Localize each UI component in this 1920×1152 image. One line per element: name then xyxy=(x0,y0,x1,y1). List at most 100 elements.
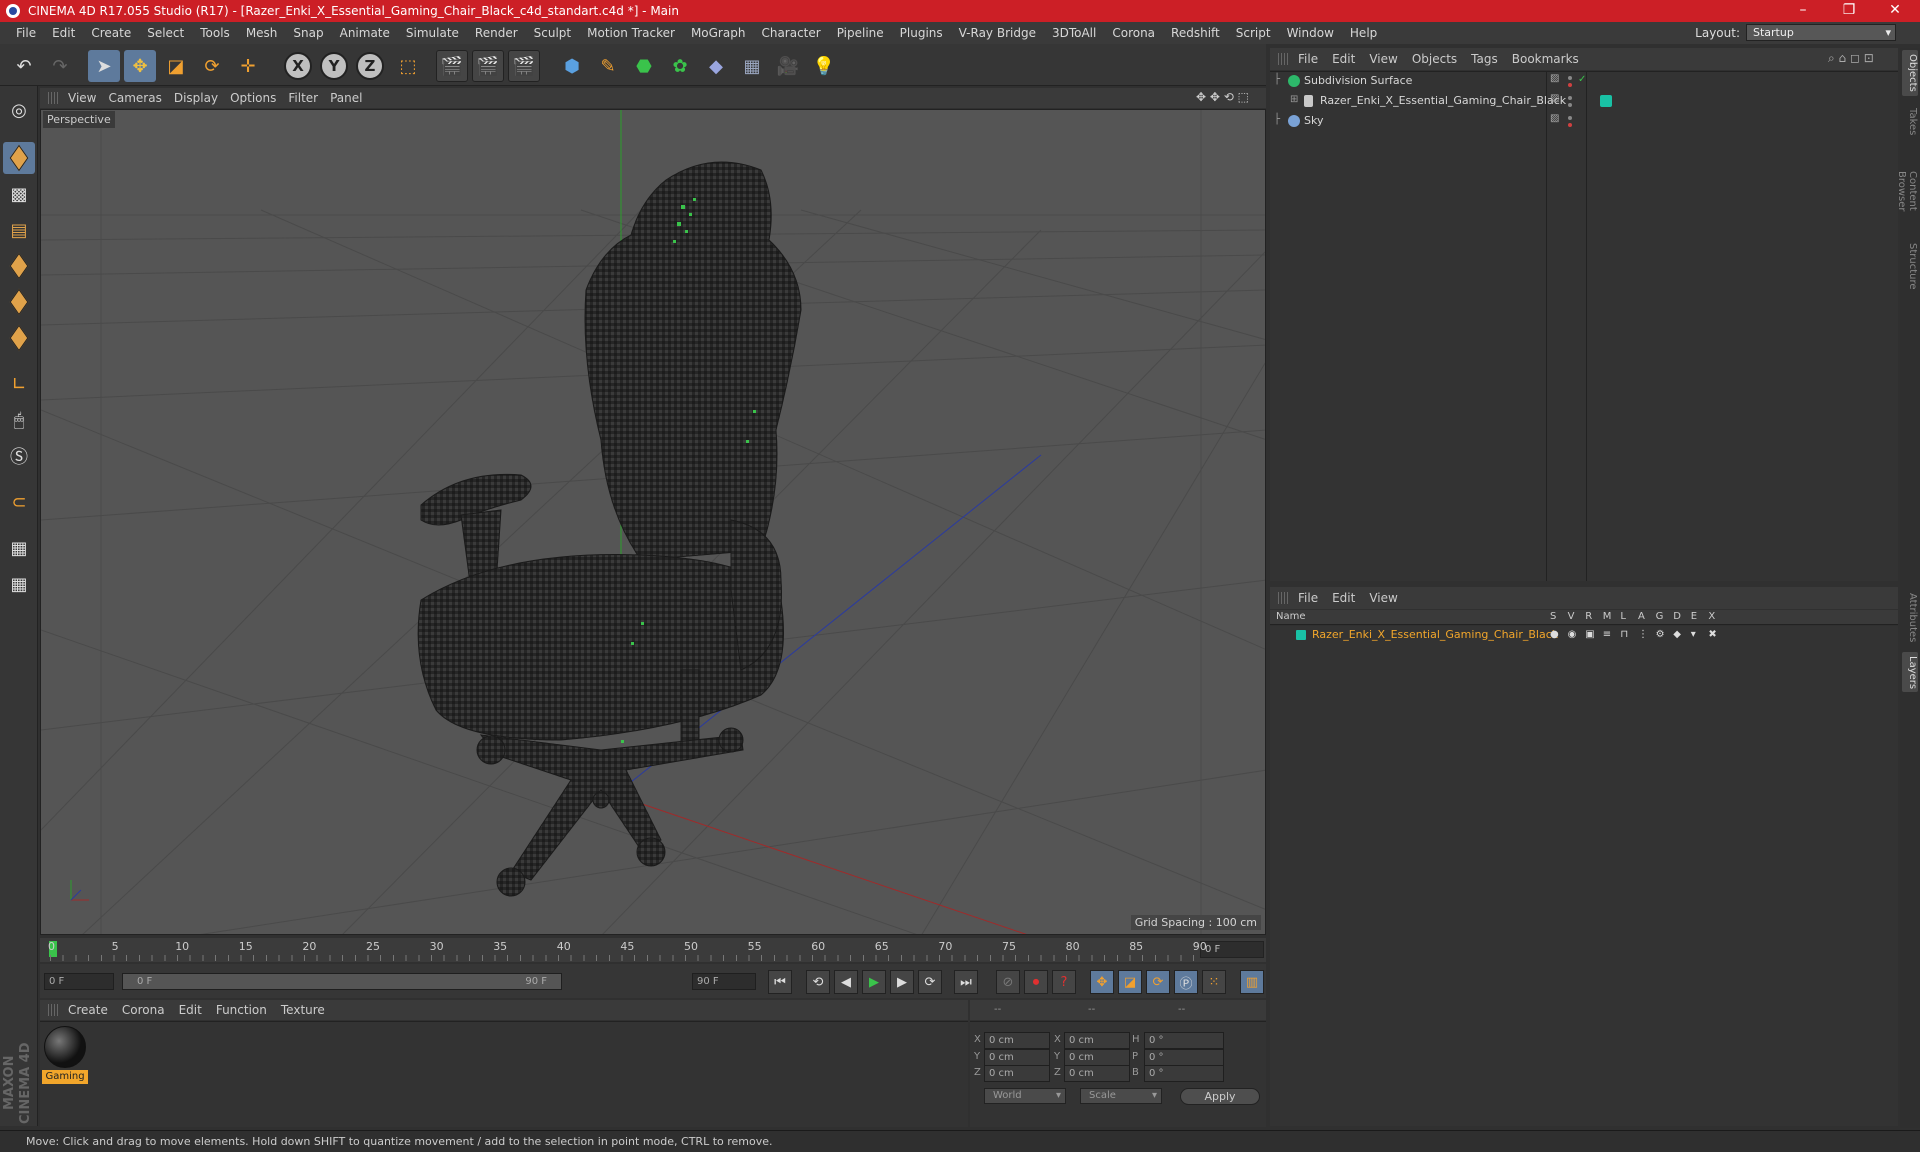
object-name[interactable]: Razer_Enki_X_Essential_Gaming_Chair_Blac… xyxy=(1320,94,1566,107)
lock-workplane-icon[interactable]: ▦ xyxy=(3,532,35,564)
make-editable-icon[interactable]: ◎ xyxy=(3,94,35,126)
material-menu-edit[interactable]: Edit xyxy=(179,1003,216,1017)
coord-value-field[interactable]: 0 ° xyxy=(1144,1032,1224,1049)
object-menu-view[interactable]: View xyxy=(1369,52,1411,66)
layer-column-a[interactable]: A xyxy=(1638,611,1645,622)
move-tool-icon[interactable]: ✥ xyxy=(124,50,156,82)
object-name[interactable]: Sky xyxy=(1304,114,1323,127)
tweak-mode-icon[interactable]: 🖱 xyxy=(3,404,35,436)
object-menu-edit[interactable]: Edit xyxy=(1332,52,1369,66)
maximize-button[interactable]: ❐ xyxy=(1826,0,1872,22)
layout-dropdown[interactable]: Startup xyxy=(1746,24,1896,41)
perspective-viewport[interactable]: Perspective Grid Spacing : 100 cm xyxy=(40,109,1266,935)
planar-workplane-icon[interactable]: ▦ xyxy=(3,568,35,600)
camera-icon[interactable]: 🎥 xyxy=(772,50,804,82)
timeline-ruler[interactable] xyxy=(50,955,1195,961)
visibility-dot-icon[interactable] xyxy=(1568,96,1572,100)
live-selection-icon[interactable]: ➤ xyxy=(88,50,120,82)
panel-grip-icon[interactable] xyxy=(1278,592,1288,604)
layer-column-m[interactable]: M xyxy=(1603,611,1612,622)
layer-column-s[interactable]: S xyxy=(1550,611,1556,622)
expand-toggle-icon[interactable]: ⊞ xyxy=(1290,94,1298,105)
menu-help[interactable]: Help xyxy=(1342,26,1385,40)
coord-value-field[interactable]: 0 cm xyxy=(984,1048,1050,1066)
coord-value-field[interactable]: 0 cm xyxy=(984,1065,1050,1082)
layer-column-g[interactable]: G xyxy=(1656,611,1664,622)
render-dot-icon[interactable] xyxy=(1568,103,1572,107)
menu-3dtoall[interactable]: 3DToAll xyxy=(1044,26,1104,40)
coord-value-field[interactable]: 0 ° xyxy=(1144,1048,1224,1066)
solo-icon[interactable]: ● xyxy=(1550,629,1559,640)
previous-key-icon[interactable]: ⟲ xyxy=(806,970,830,994)
material-manager[interactable]: Gaming xyxy=(40,1021,968,1127)
editor-visibility-icon[interactable]: ▨ xyxy=(1550,113,1559,124)
object-name[interactable]: Subdivision Surface xyxy=(1304,74,1412,87)
mograph-cloner-icon[interactable]: ✿ xyxy=(664,50,696,82)
coordinate-system-icon[interactable]: ⬚ xyxy=(392,50,424,82)
side-tab-layers[interactable]: Layers xyxy=(1902,652,1918,692)
object-menu-objects[interactable]: Objects xyxy=(1412,52,1471,66)
generators-icon[interactable]: ⚙ xyxy=(1656,629,1665,640)
locked-icon[interactable]: ⊓ xyxy=(1620,629,1628,640)
key-position-icon[interactable]: ✥ xyxy=(1090,970,1114,994)
previous-frame-icon[interactable]: ◀ xyxy=(834,970,858,994)
next-frame-icon[interactable]: ▶ xyxy=(890,970,914,994)
viewport-menu-view[interactable]: View xyxy=(68,91,108,105)
material-menu-create[interactable]: Create xyxy=(68,1003,122,1017)
material-menu-function[interactable]: Function xyxy=(216,1003,281,1017)
object-manager-tool-icons[interactable]: ⌕ ⌂ ◻ ⊡ xyxy=(1828,51,1874,66)
edges-mode-icon[interactable] xyxy=(3,286,35,318)
material-name[interactable]: Gaming xyxy=(42,1070,88,1084)
redo-icon[interactable]: ↷ xyxy=(44,50,76,82)
menu-redshift[interactable]: Redshift xyxy=(1163,26,1228,40)
material-tag-icon[interactable] xyxy=(1600,95,1612,107)
side-tab-attributes[interactable]: Attributes xyxy=(1902,588,1918,648)
y-axis-lock-button[interactable]: Y xyxy=(320,52,348,80)
minimize-button[interactable]: – xyxy=(1780,0,1826,22)
z-axis-lock-button[interactable]: Z xyxy=(356,52,384,80)
layer-column-name[interactable]: Name xyxy=(1276,611,1306,622)
floor-icon[interactable]: ▦ xyxy=(736,50,768,82)
menu-plugins[interactable]: Plugins xyxy=(892,26,951,40)
object-row[interactable]: ├ Subdivision Surface ▨ ✓ xyxy=(1270,72,1898,91)
render-icon[interactable]: ▣ xyxy=(1585,629,1594,640)
menu-window[interactable]: Window xyxy=(1279,26,1342,40)
panel-grip-icon[interactable] xyxy=(1278,53,1288,65)
render-settings-icon[interactable]: 🎬 xyxy=(508,50,540,82)
view-icon[interactable]: ◉ xyxy=(1568,629,1577,640)
current-frame-field[interactable]: 0 F xyxy=(1200,941,1264,958)
object-menu-bookmarks[interactable]: Bookmarks xyxy=(1512,52,1593,66)
loop-icon[interactable]: ⟳ xyxy=(918,970,942,994)
coord-value-field[interactable]: 0 cm xyxy=(1064,1032,1130,1049)
go-to-start-icon[interactable]: ⏮ xyxy=(768,970,792,994)
expressions-icon[interactable]: ▾ xyxy=(1691,629,1696,640)
visibility-dot-icon[interactable] xyxy=(1568,116,1572,120)
material-menu-corona[interactable]: Corona xyxy=(122,1003,179,1017)
side-tab-content-browser[interactable]: Content Browser xyxy=(1896,148,1918,234)
menu-select[interactable]: Select xyxy=(139,26,192,40)
snap-icon[interactable]: Ⓢ xyxy=(3,440,35,472)
cube-primitive-icon[interactable]: ⬢ xyxy=(556,50,588,82)
model-mode-icon[interactable] xyxy=(3,142,35,174)
object-manager[interactable]: ├ Subdivision Surface ▨ ✓ ⊞ Razer_Enki_X_Esse… xyxy=(1270,71,1898,581)
key-parameter-icon[interactable]: Ⓟ xyxy=(1174,970,1198,994)
layer-column-x[interactable]: X xyxy=(1708,611,1715,622)
end-frame-field[interactable]: 90 F xyxy=(692,973,756,990)
rotate-tool-icon[interactable]: ⟳ xyxy=(196,50,228,82)
timeline-window-icon[interactable]: ▥ xyxy=(1240,970,1264,994)
layer-column-e[interactable]: E xyxy=(1691,611,1697,622)
layer-column-d[interactable]: D xyxy=(1673,611,1681,622)
layer-menu-view[interactable]: View xyxy=(1369,591,1411,605)
viewport-menu-filter[interactable]: Filter xyxy=(288,91,330,105)
menu-simulate[interactable]: Simulate xyxy=(398,26,467,40)
coordinate-space-dropdown[interactable]: World xyxy=(984,1088,1066,1104)
menu-edit[interactable]: Edit xyxy=(44,26,83,40)
viewport-label[interactable]: Perspective xyxy=(43,111,115,128)
x-axis-lock-button[interactable]: X xyxy=(284,52,312,80)
side-tab-objects[interactable]: Objects xyxy=(1902,50,1918,96)
viewport-menu-cameras[interactable]: Cameras xyxy=(108,91,173,105)
close-button[interactable]: ✕ xyxy=(1872,0,1918,22)
axis-mode-icon[interactable]: ∟ xyxy=(3,368,35,400)
menu-corona[interactable]: Corona xyxy=(1104,26,1163,40)
workplane-icon[interactable]: ▤ xyxy=(3,214,35,246)
